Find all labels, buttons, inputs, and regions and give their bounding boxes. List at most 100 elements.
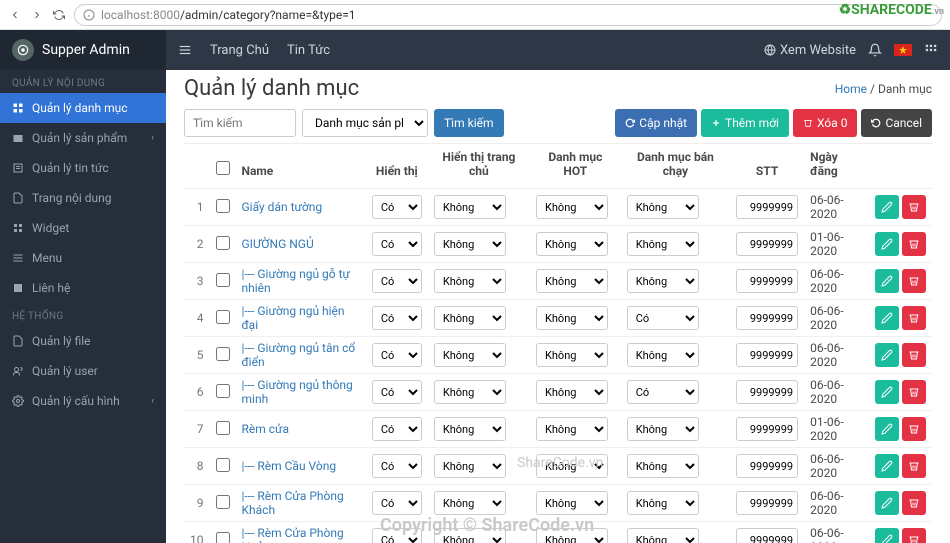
row-checkbox[interactable] (216, 458, 230, 472)
delete-row-button[interactable] (902, 343, 926, 367)
best-select[interactable]: Không (627, 417, 699, 441)
delete-row-button[interactable] (902, 380, 926, 404)
home-select[interactable]: Không (434, 232, 506, 256)
delete-row-button[interactable] (902, 232, 926, 256)
row-name-link[interactable]: |--- Giường ngủ thông minh (242, 378, 353, 406)
sidebar-item-widget[interactable]: Widget (0, 213, 166, 243)
row-checkbox[interactable] (216, 532, 230, 543)
show-select[interactable]: Có (372, 491, 422, 515)
hot-select[interactable]: Không (536, 269, 608, 293)
delete-row-button[interactable] (902, 195, 926, 219)
row-checkbox[interactable] (216, 199, 230, 213)
row-checkbox[interactable] (216, 384, 230, 398)
nav-news[interactable]: Tin Tức (287, 43, 330, 58)
home-select[interactable]: Không (434, 528, 506, 543)
url-bar[interactable]: localhost:8000/admin/category?name=&type… (74, 4, 942, 26)
hot-select[interactable]: Không (536, 343, 608, 367)
select-all-checkbox[interactable] (216, 161, 230, 175)
stt-input[interactable] (736, 417, 798, 441)
edit-button[interactable] (875, 195, 899, 219)
nav-home[interactable]: Trang Chủ (210, 43, 269, 58)
row-checkbox[interactable] (216, 347, 230, 361)
show-select[interactable]: Có (372, 232, 422, 256)
back-icon[interactable] (8, 8, 22, 22)
flag-vietnam-icon[interactable] (894, 44, 912, 56)
filter-select[interactable]: Danh mục sản phẩm (302, 109, 428, 137)
delete-button[interactable]: Xóa 0 (793, 109, 858, 137)
hot-select[interactable]: Không (536, 417, 608, 441)
sidebar-item-product[interactable]: Quản lý sản phẩm ‹ (0, 123, 166, 153)
edit-button[interactable] (875, 454, 899, 478)
stt-input[interactable] (736, 306, 798, 330)
row-checkbox[interactable] (216, 310, 230, 324)
hot-select[interactable]: Không (536, 491, 608, 515)
home-select[interactable]: Không (434, 491, 506, 515)
delete-row-button[interactable] (902, 491, 926, 515)
edit-button[interactable] (875, 491, 899, 515)
best-select[interactable]: Không (627, 195, 699, 219)
best-select[interactable]: Có (627, 380, 699, 404)
stt-input[interactable] (736, 269, 798, 293)
view-website-link[interactable]: Xem Website (764, 43, 856, 58)
show-select[interactable]: Có (372, 454, 422, 478)
edit-button[interactable] (875, 343, 899, 367)
home-select[interactable]: Không (434, 343, 506, 367)
home-select[interactable]: Không (434, 195, 506, 219)
row-checkbox[interactable] (216, 421, 230, 435)
row-name-link[interactable]: |--- Giường ngủ hiện đại (242, 304, 345, 332)
show-select[interactable]: Có (372, 306, 422, 330)
row-name-link[interactable]: |--- Rèm Cửa Phòng Ngủ (242, 526, 344, 543)
apps-icon[interactable] (924, 43, 938, 57)
delete-row-button[interactable] (902, 306, 926, 330)
row-name-link[interactable]: |--- Giường ngủ gỗ tự nhiên (242, 267, 350, 295)
edit-button[interactable] (875, 528, 899, 543)
breadcrumb-home[interactable]: Home (835, 82, 867, 96)
row-checkbox[interactable] (216, 273, 230, 287)
show-select[interactable]: Có (372, 417, 422, 441)
search-input[interactable] (184, 109, 296, 137)
sidebar-item-news[interactable]: Quản lý tin tức (0, 153, 166, 183)
edit-button[interactable] (875, 232, 899, 256)
stt-input[interactable] (736, 195, 798, 219)
row-name-link[interactable]: |--- Giường ngủ tân cổ điển (242, 341, 356, 369)
bell-icon[interactable] (868, 43, 882, 57)
sidebar-item-files[interactable]: Quản lý file (0, 326, 166, 356)
delete-row-button[interactable] (902, 454, 926, 478)
best-select[interactable]: Không (627, 232, 699, 256)
hot-select[interactable]: Không (536, 528, 608, 543)
brand[interactable]: Supper Admin (0, 30, 166, 70)
stt-input[interactable] (736, 528, 798, 543)
hot-select[interactable]: Không (536, 306, 608, 330)
hot-select[interactable]: Không (536, 454, 608, 478)
show-select[interactable]: Có (372, 195, 422, 219)
home-select[interactable]: Không (434, 454, 506, 478)
sidebar-item-users[interactable]: Quản lý user (0, 356, 166, 386)
show-select[interactable]: Có (372, 269, 422, 293)
row-name-link[interactable]: |--- Rèm Cửa Phòng Khách (242, 489, 344, 517)
edit-button[interactable] (875, 269, 899, 293)
sidebar-item-menu[interactable]: Menu (0, 243, 166, 273)
add-button[interactable]: Thêm mới (701, 109, 789, 137)
cancel-button[interactable]: Cancel (861, 109, 932, 137)
row-checkbox[interactable] (216, 236, 230, 250)
edit-button[interactable] (875, 417, 899, 441)
delete-row-button[interactable] (902, 528, 926, 543)
edit-button[interactable] (875, 380, 899, 404)
search-button[interactable]: Tìm kiếm (434, 109, 504, 137)
stt-input[interactable] (736, 454, 798, 478)
reload-icon[interactable] (52, 8, 66, 22)
hamburger-icon[interactable] (178, 43, 192, 57)
row-name-link[interactable]: Rèm cửa (242, 422, 290, 436)
stt-input[interactable] (736, 380, 798, 404)
hot-select[interactable]: Không (536, 195, 608, 219)
hot-select[interactable]: Không (536, 380, 608, 404)
row-checkbox[interactable] (216, 495, 230, 509)
update-button[interactable]: Cập nhật (615, 109, 697, 137)
best-select[interactable]: Không (627, 454, 699, 478)
home-select[interactable]: Không (434, 417, 506, 441)
row-name-link[interactable]: Giấy dán tường (242, 200, 323, 214)
sidebar-item-pages[interactable]: Trang nội dung (0, 183, 166, 213)
forward-icon[interactable] (30, 8, 44, 22)
best-select[interactable]: Không (627, 269, 699, 293)
row-name-link[interactable]: GIƯỜNG NGỦ (242, 237, 314, 251)
